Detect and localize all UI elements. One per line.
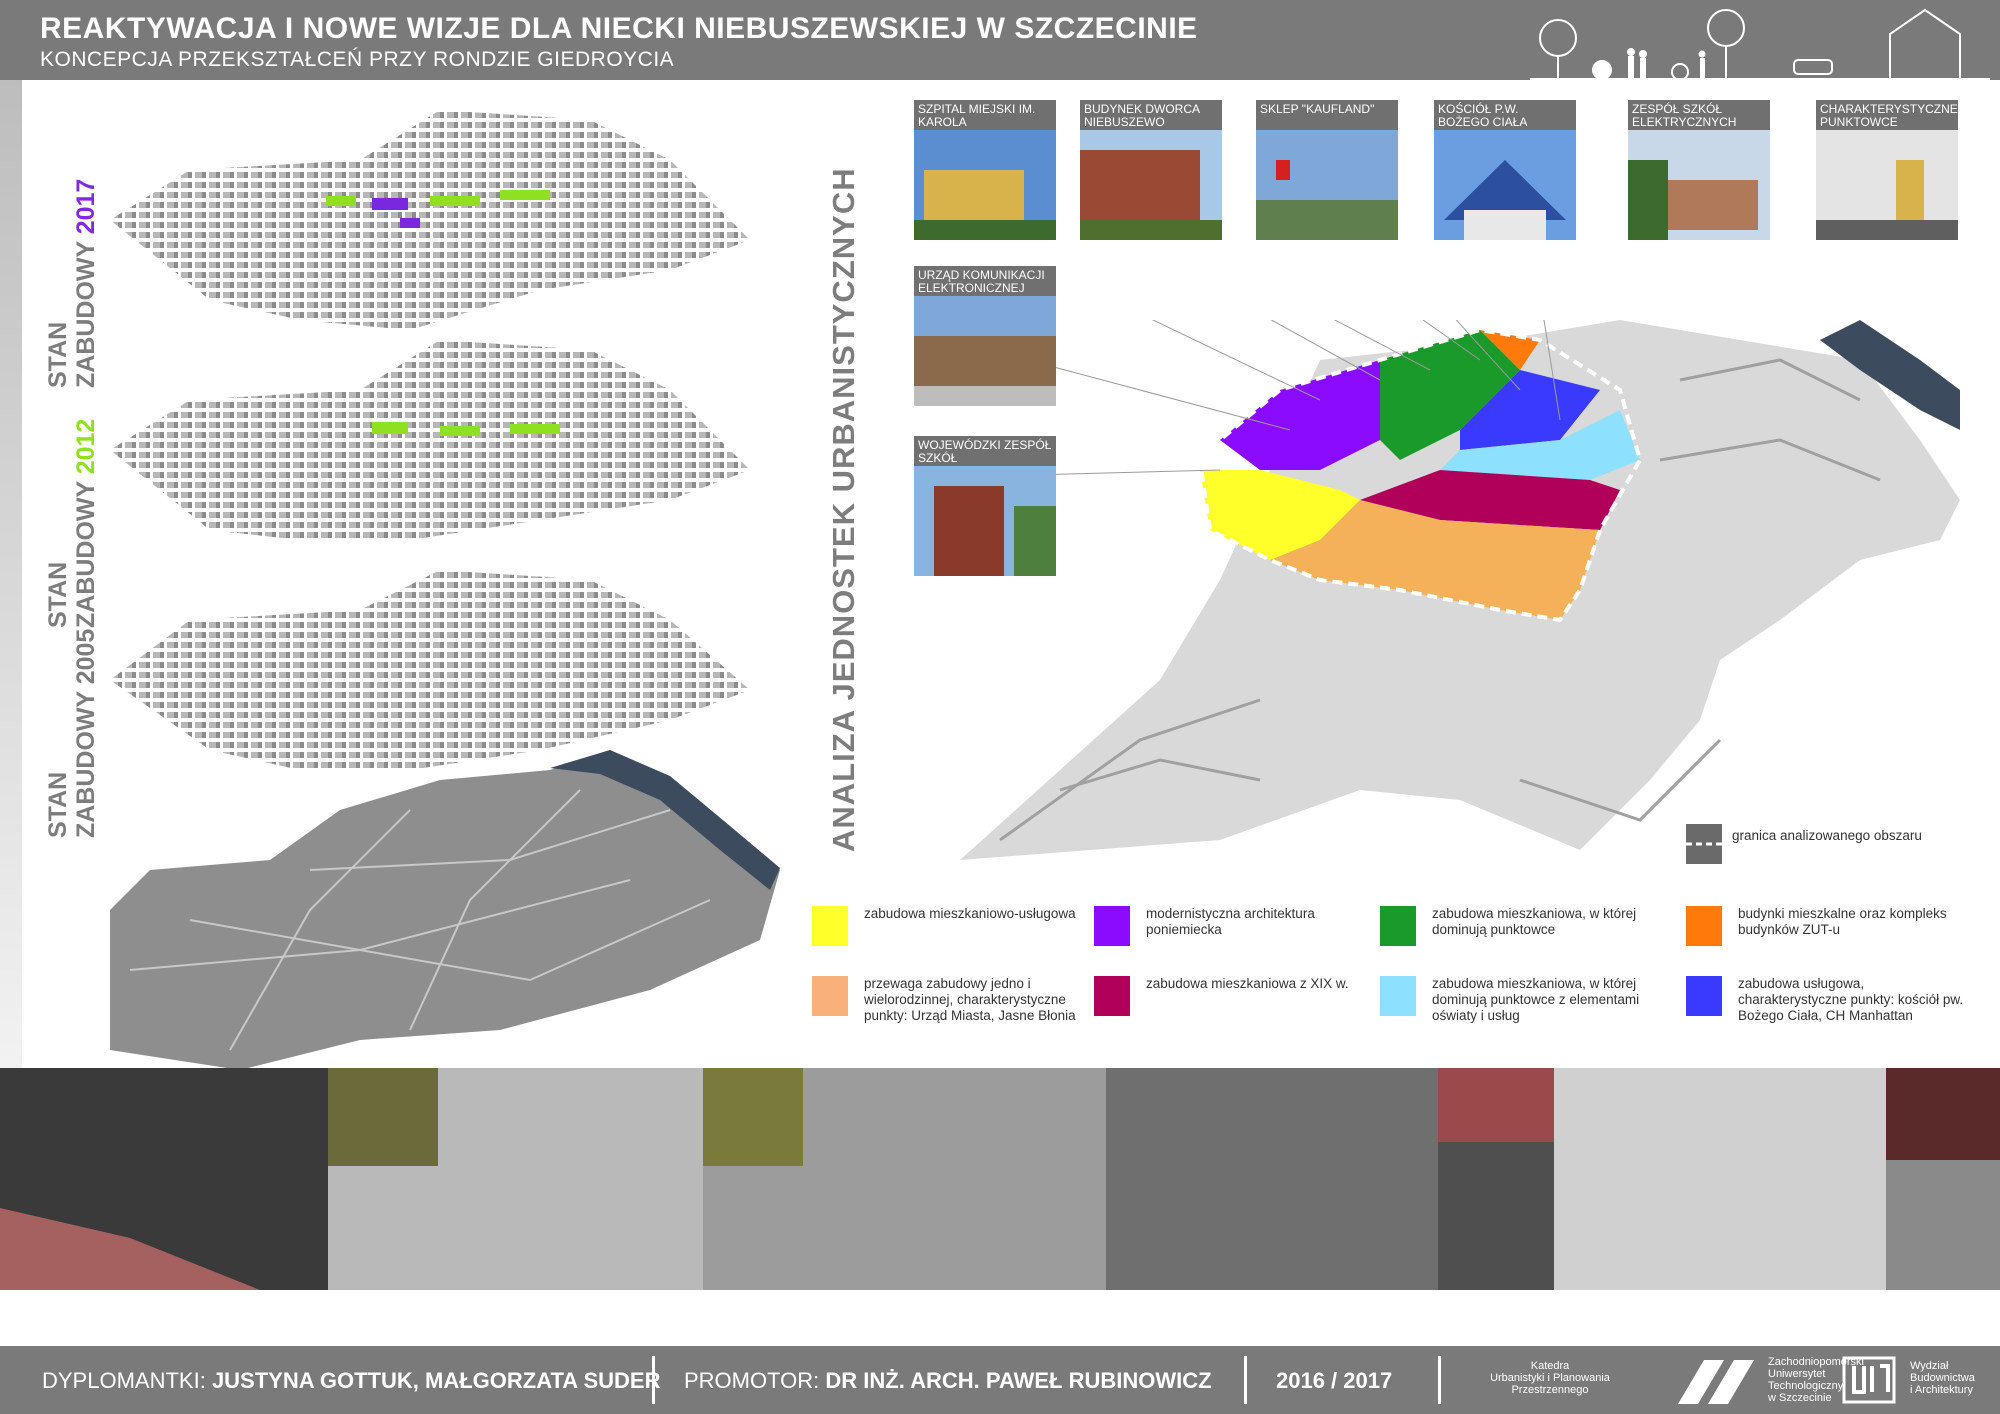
department-name: Katedra Urbanistyki i Planowania Przestr…: [1490, 1360, 1610, 1396]
photo-card-station: BUDYNEK DWORCA NIEBUSZEWO: [1080, 100, 1222, 240]
authors: DYPLOMANTKI: JUSTYNA GOTTUK, MAŁGORZATA …: [42, 1368, 661, 1393]
legend-swatch: [1094, 976, 1130, 1016]
telecom-office-photo: [914, 296, 1056, 406]
church-photo: [1434, 130, 1576, 240]
photo-card-towers: CHARAKTERYSTYCZNE PUNKTOWCE: [1816, 100, 1958, 240]
towers-photo: [1816, 130, 1958, 240]
legend-swatch: [1380, 976, 1416, 1016]
photo-card-telecom-office: URZĄD KOMUNIKACJI ELEKTRONICZNEJ: [914, 266, 1056, 406]
axonometric-models: [110, 110, 750, 540]
footer-bar: DYPLOMANTKI: JUSTYNA GOTTUK, MAŁGORZATA …: [0, 1346, 2000, 1414]
legend-swatch: [1380, 906, 1416, 946]
model-2012: [110, 340, 750, 540]
photo-card-school: ZESPÓŁ SZKÓŁ ELEKTRYCZNYCH: [1628, 100, 1770, 240]
stage-label-2005: STAN ZABUDOWY 2005: [44, 628, 100, 838]
hospital-photo: [914, 130, 1056, 240]
vocational-school-photo: [914, 466, 1056, 576]
header-bar: REAKTYWACJA I NOWE WIZJE DLA NIECKI NIEB…: [0, 0, 2000, 80]
photo-card-hospital: SZPITAL MIEJSKI IM. KAROLA BOROMEUSZA: [914, 100, 1056, 240]
zut-logo: [1678, 1360, 1754, 1404]
faculty-logo: [1842, 1356, 1896, 1404]
stage-label-2012: STAN ZABUDOWY 2012: [44, 418, 100, 628]
boundary-legend: granica analizowanego obszaru: [1686, 824, 1986, 864]
presentation-board: REAKTYWACJA I NOWE WIZJE DLA NIECKI NIEB…: [0, 0, 2000, 1414]
street-base-plan: [110, 750, 780, 1070]
boundary-swatch: [1686, 824, 1722, 864]
left-gradient-strip: [0, 80, 22, 1070]
model-2017: [110, 110, 750, 330]
photo-card-kaufland: SKLEP "KAUFLAND": [1256, 100, 1398, 240]
footer-divider: [1244, 1356, 1247, 1404]
urban-units-map: [960, 320, 1960, 860]
footer-divider: [1438, 1356, 1441, 1404]
photo-card-vocational-school: WOJEWÓDZKI ZESPÓŁ SZKÓŁ POLICEALNYCH: [914, 436, 1056, 576]
legend-swatch: [812, 976, 848, 1016]
school-photo: [1628, 130, 1770, 240]
board-title: REAKTYWACJA I NOWE WIZJE DLA NIECKI NIEB…: [40, 12, 1198, 45]
legend-swatch: [1686, 976, 1722, 1016]
station-photo: [1080, 130, 1222, 240]
analysis-title: ANALIZA JEDNOSTEK URBANISTYCZNYCH: [826, 167, 861, 852]
legend-swatch: [1094, 906, 1130, 946]
board-subtitle: KONCEPCJA PRZEKSZTAŁCEŃ PRZY RONDZIE GIE…: [40, 48, 675, 71]
historical-photo-strip: [0, 1068, 2000, 1290]
skyline-pictogram: [1530, 8, 1990, 80]
legend-swatch: [812, 906, 848, 946]
stage-label-2017: STAN ZABUDOWY 2017: [44, 178, 100, 388]
faculty-name: Wydział Budownictwa i Architektury: [1910, 1360, 1975, 1396]
promotor: PROMOTOR: DR INŻ. ARCH. PAWEŁ RUBINOWICZ: [684, 1368, 1212, 1393]
footer-divider: [652, 1356, 655, 1404]
kaufland-photo: [1256, 130, 1398, 240]
legend-swatch: [1686, 906, 1722, 946]
photo-card-church: KOŚCIÓŁ P.W. BOŻEGO CIAŁA: [1434, 100, 1576, 240]
academic-years: 2016 / 2017: [1276, 1368, 1393, 1393]
